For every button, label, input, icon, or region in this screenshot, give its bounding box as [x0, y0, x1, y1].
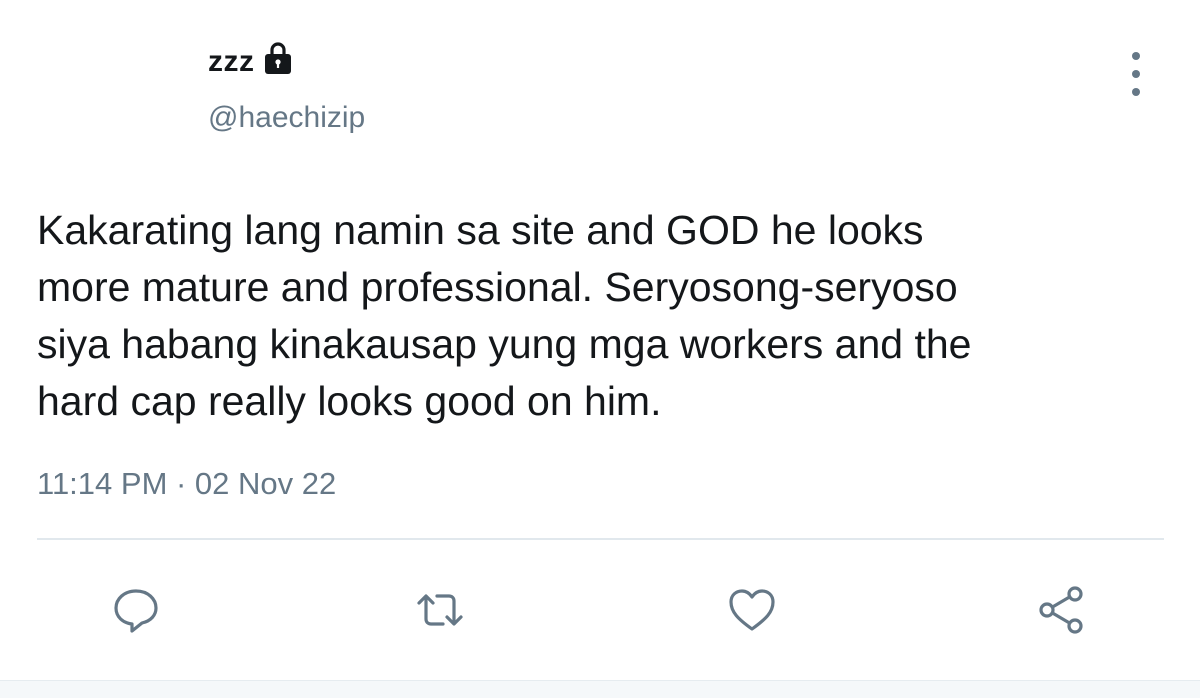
reply-icon	[114, 589, 158, 633]
tweet-text: Kakarating lang namin sa site and GOD he…	[37, 207, 972, 424]
share-icon	[1039, 586, 1083, 634]
divider	[37, 538, 1164, 540]
like-button[interactable]	[722, 580, 782, 640]
heart-icon	[729, 589, 775, 631]
more-vertical-icon[interactable]	[1118, 52, 1154, 96]
display-name-row: zzz	[208, 38, 365, 86]
bottom-separator	[0, 680, 1200, 698]
tweet-timestamp[interactable]: 11:14 PM · 02 Nov 22	[37, 464, 336, 504]
more-dot	[1132, 88, 1140, 96]
more-dot	[1132, 70, 1140, 78]
retweet-icon	[417, 594, 463, 626]
more-dot	[1132, 52, 1140, 60]
lock-icon	[263, 40, 293, 76]
share-button[interactable]	[1032, 580, 1092, 640]
reply-button[interactable]	[106, 580, 166, 640]
display-name[interactable]: zzz	[208, 38, 255, 86]
user-handle[interactable]: @haechizip	[208, 100, 365, 136]
retweet-button[interactable]	[410, 580, 470, 640]
tweet-card: zzz @haechizip Kakarating lang namin sa …	[0, 0, 1200, 698]
tweet-header: zzz @haechizip	[208, 38, 365, 136]
